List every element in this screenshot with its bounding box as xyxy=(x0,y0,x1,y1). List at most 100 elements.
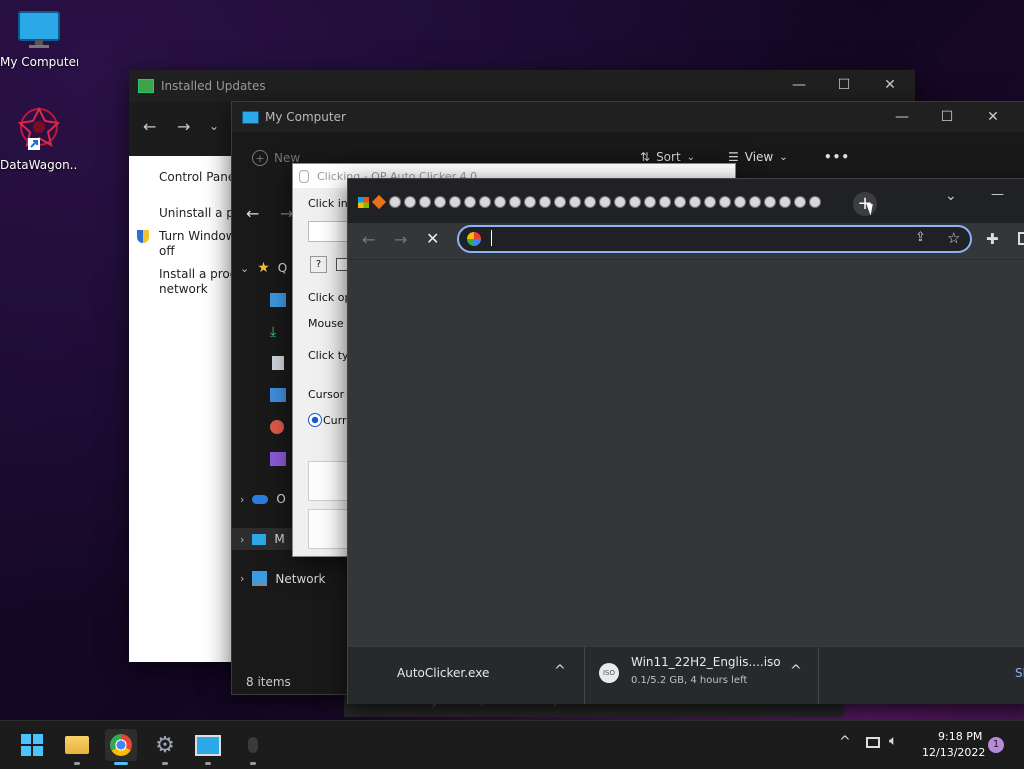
taskbar-autoclicker[interactable] xyxy=(237,729,269,765)
forward-arrow-icon[interactable]: → xyxy=(177,117,190,136)
turn-windows-features-link-line2[interactable]: off xyxy=(159,244,175,259)
tab-favicon-icon[interactable] xyxy=(809,196,821,208)
tab-favicon-icon[interactable] xyxy=(524,196,536,208)
clock-date[interactable]: 12/13/2022 xyxy=(922,746,985,759)
stop-button[interactable] xyxy=(308,509,350,549)
music-icon[interactable] xyxy=(270,420,284,434)
close-button[interactable]: ✕ xyxy=(867,70,913,100)
current-position-radio[interactable] xyxy=(308,413,322,427)
interval-input[interactable] xyxy=(308,221,350,242)
tab-favicon-icon[interactable] xyxy=(704,196,716,208)
running-indicator xyxy=(250,762,256,765)
tab-favicon-icon[interactable] xyxy=(419,196,431,208)
tab-favicon-icon[interactable] xyxy=(674,196,686,208)
show-all-downloads-link[interactable]: Sh xyxy=(1015,666,1024,680)
tab-favicon-icon[interactable] xyxy=(509,196,521,208)
tab-favicon-icon[interactable] xyxy=(689,196,701,208)
taskbar-control-panel[interactable] xyxy=(192,729,224,765)
tab-search-chevron-icon[interactable]: ⌄ xyxy=(945,188,957,204)
tab-favicon-icon[interactable] xyxy=(794,196,806,208)
sidebar-item-label: M xyxy=(274,532,285,546)
sidebar-item-quick-access[interactable]: ⌄ ★ Q xyxy=(240,260,287,276)
sidebar-item-network[interactable]: › Network xyxy=(240,571,326,586)
tab-favicon-icon[interactable] xyxy=(569,196,581,208)
control-panel-link[interactable]: Control Panel xyxy=(159,170,239,185)
desktop-folder-icon[interactable] xyxy=(270,293,286,307)
back-arrow-icon[interactable]: ← xyxy=(362,230,375,249)
tab-favicon-icon[interactable] xyxy=(449,196,461,208)
chevron-up-icon[interactable]: ^ xyxy=(554,663,566,679)
title-bar: My Computer — ☐ ✕ xyxy=(232,102,1024,132)
tab-favicon-icon[interactable] xyxy=(749,196,761,208)
clock-time[interactable]: 9:18 PM xyxy=(938,730,982,743)
bookmark-star-icon[interactable]: ☆ xyxy=(947,229,960,247)
share-icon[interactable]: ⇪ xyxy=(915,230,926,245)
more-options-button[interactable]: ••• xyxy=(824,150,850,164)
close-button[interactable]: ✕ xyxy=(970,102,1016,132)
start-button[interactable] xyxy=(308,461,350,501)
minimize-button[interactable]: — xyxy=(776,70,822,100)
tab-favicon-icon[interactable] xyxy=(779,196,791,208)
sort-icon: ⇅ xyxy=(640,150,651,164)
tab-favicon-icon[interactable] xyxy=(644,196,656,208)
tab-favicon-icon[interactable] xyxy=(464,196,476,208)
extensions-icon[interactable]: ✚ xyxy=(986,230,999,248)
tab-favicon-icon[interactable] xyxy=(614,196,626,208)
tab-favicon-icon[interactable] xyxy=(434,196,446,208)
taskbar-chrome[interactable] xyxy=(105,729,137,765)
stop-loading-icon[interactable]: ✕ xyxy=(426,229,439,248)
back-arrow-icon[interactable]: ← xyxy=(143,117,156,136)
chevron-down-icon[interactable]: ⌄ xyxy=(209,119,219,133)
desktop-icon-datawagon[interactable]: DataWagon... xyxy=(0,105,78,172)
tab-favicon-icon[interactable] xyxy=(584,196,596,208)
forward-arrow-icon[interactable]: → xyxy=(394,230,407,249)
gear-icon: ⚙ xyxy=(155,732,175,758)
tab-favicon-icon[interactable] xyxy=(599,196,611,208)
pictures-icon[interactable] xyxy=(270,388,286,402)
chevron-up-icon[interactable]: ^ xyxy=(790,663,802,679)
minimize-button[interactable]: — xyxy=(991,187,1004,202)
downloads-icon[interactable]: ⤓ xyxy=(270,324,286,340)
tab-favicon-icon[interactable] xyxy=(539,196,551,208)
tab-favicon-icon[interactable] xyxy=(494,196,506,208)
address-bar[interactable]: ⇪ ☆ xyxy=(457,225,972,253)
back-arrow-icon[interactable]: ← xyxy=(246,204,259,223)
help-button[interactable]: ? xyxy=(310,256,327,273)
taskbar-file-explorer[interactable] xyxy=(61,729,93,765)
address-input[interactable] xyxy=(491,230,492,246)
network-icon[interactable] xyxy=(866,737,880,748)
download-item-win11-iso[interactable]: ISO Win11_22H2_Englis....iso 0.1/5.2 GB,… xyxy=(586,647,819,704)
maximize-button[interactable]: ☐ xyxy=(821,70,867,100)
tab-favicon-icon[interactable] xyxy=(734,196,746,208)
desktop-icon-my-computer[interactable]: My Computer xyxy=(0,10,78,69)
minimize-button[interactable]: — xyxy=(879,102,925,132)
install-program-network-link[interactable]: Install a progr xyxy=(159,267,242,282)
orange-favicon-icon[interactable] xyxy=(371,194,387,210)
notification-badge[interactable]: 1 xyxy=(988,737,1004,753)
tab-favicon-icon[interactable] xyxy=(404,196,416,208)
chevron-up-icon[interactable]: ^ xyxy=(839,734,851,750)
sidepanel-icon[interactable] xyxy=(1018,232,1024,245)
download-item-autoclicker[interactable]: AutoClicker.exe ^ xyxy=(348,647,585,704)
sort-button[interactable]: ⇅ Sort ⌄ xyxy=(640,150,695,164)
tab-favicon-icon[interactable] xyxy=(389,196,401,208)
taskbar-settings[interactable]: ⚙ xyxy=(149,729,181,765)
sidebar-item-this-pc[interactable]: › M xyxy=(232,528,300,550)
documents-icon[interactable] xyxy=(272,356,284,370)
tab-favicon-icon[interactable] xyxy=(719,196,731,208)
tab-favicon-icon[interactable] xyxy=(659,196,671,208)
turn-windows-features-link[interactable]: Turn Windows xyxy=(159,229,242,244)
videos-icon[interactable] xyxy=(270,452,286,466)
tab-favicon-icon[interactable] xyxy=(629,196,641,208)
tab-favicon-icon[interactable] xyxy=(764,196,776,208)
view-button[interactable]: ☰ View ⌄ xyxy=(728,150,788,164)
install-program-network-link-line2[interactable]: network xyxy=(159,282,208,297)
maximize-button[interactable]: ☐ xyxy=(924,102,970,132)
chevron-down-icon: ⌄ xyxy=(686,151,696,163)
tab-favicon-icon[interactable] xyxy=(479,196,491,208)
sidebar-item-onedrive[interactable]: › O xyxy=(240,492,286,506)
tab-favicon-icon[interactable] xyxy=(554,196,566,208)
speaker-icon[interactable]: 🔈︎ xyxy=(889,733,897,749)
windows-logo-favicon-icon[interactable] xyxy=(358,197,369,208)
start-button[interactable] xyxy=(16,729,48,761)
